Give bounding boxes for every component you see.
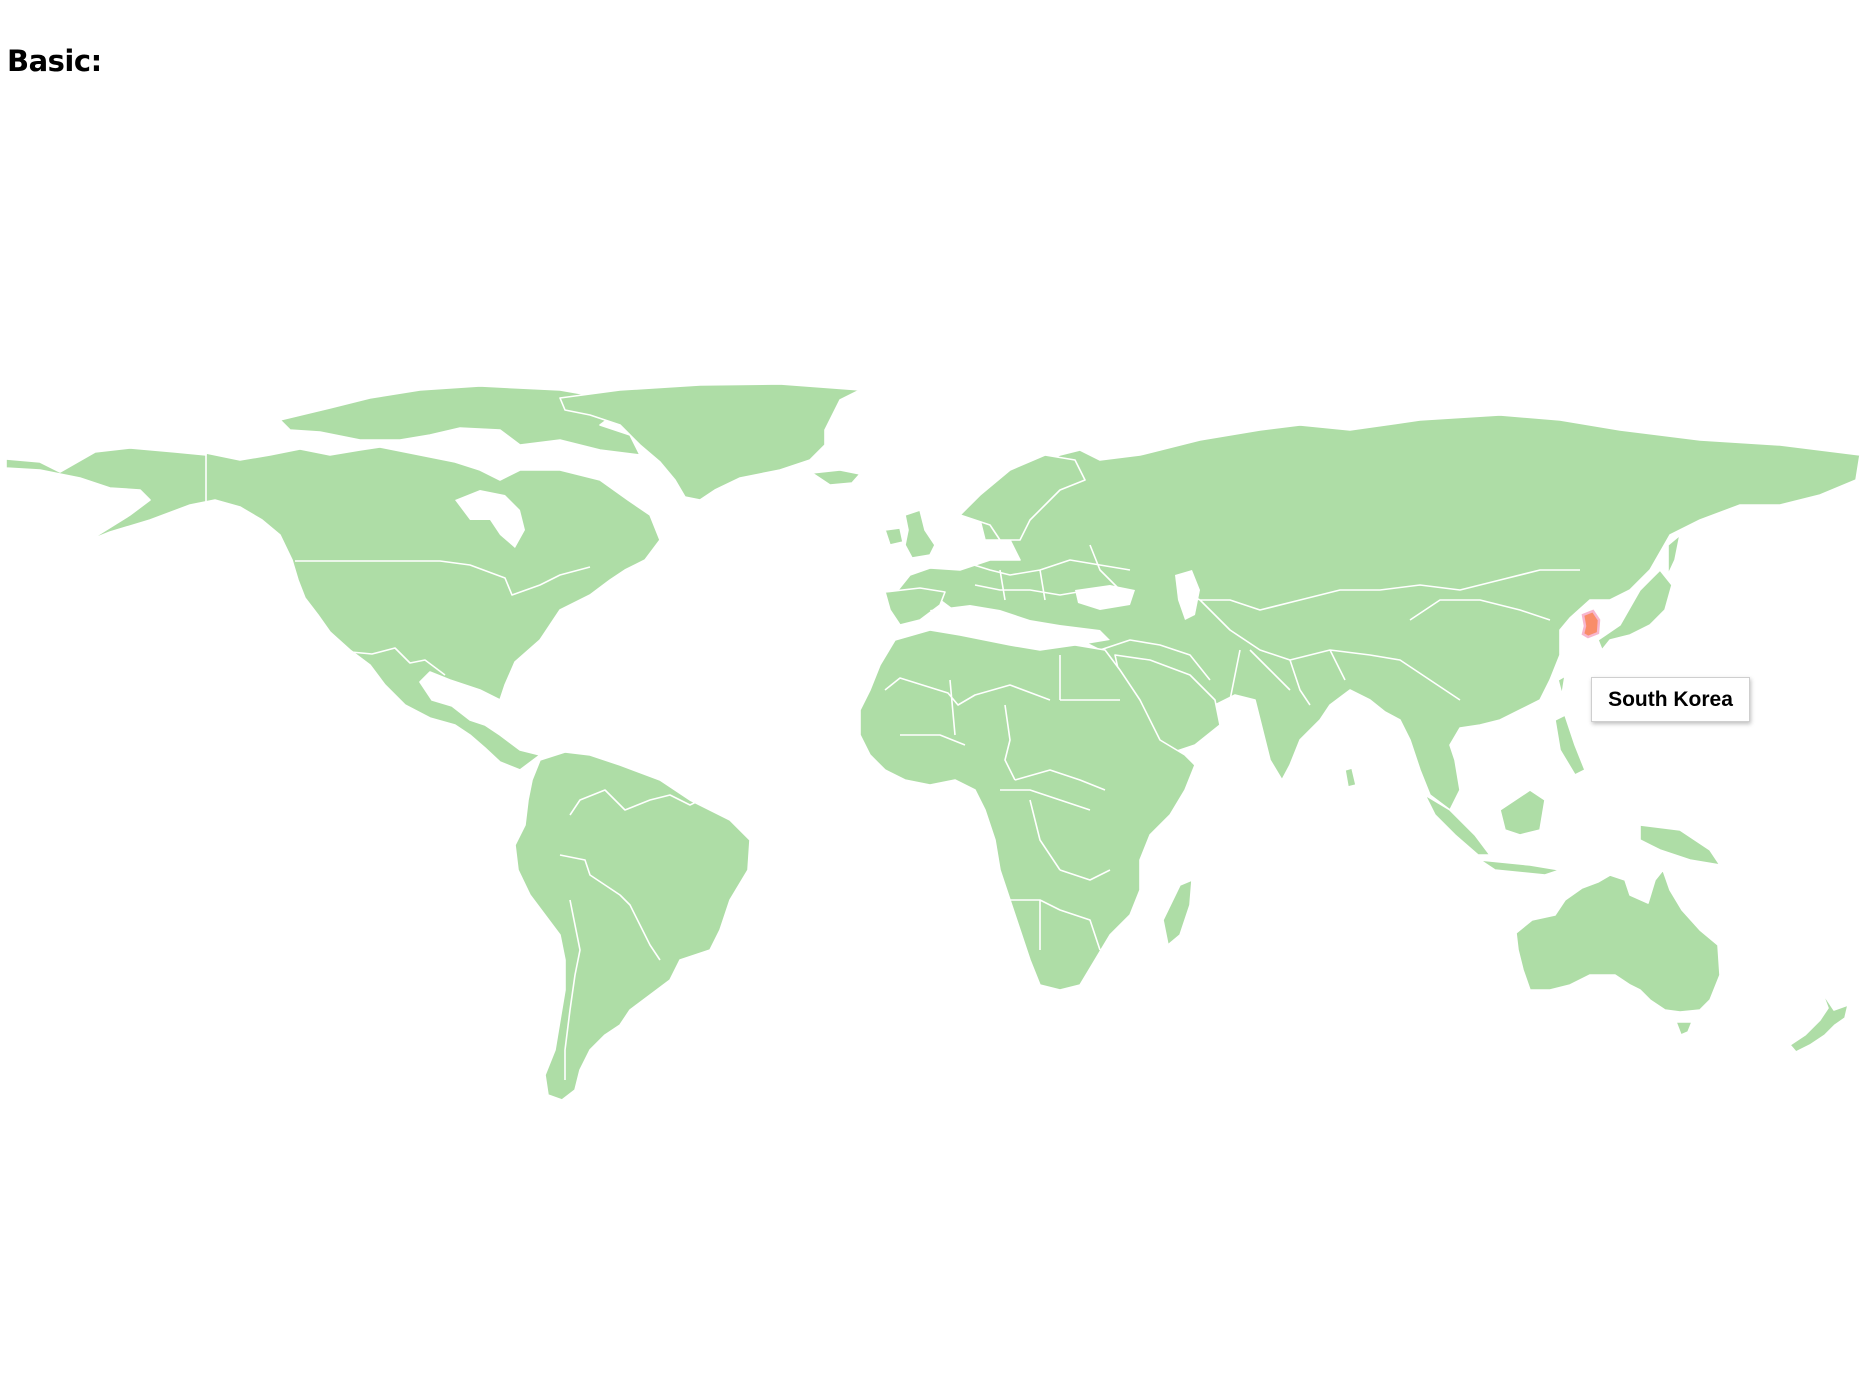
borneo: [1499, 789, 1546, 836]
country-madagascar: [1162, 879, 1193, 946]
country-new-zealand: [1789, 991, 1849, 1053]
taiwan: [1557, 675, 1566, 696]
country-south-america[interactable]: [514, 751, 751, 1101]
country-uk: [904, 509, 936, 559]
country-australia[interactable]: [1515, 869, 1721, 1013]
philippines: [1554, 714, 1586, 776]
country-iceland: [811, 469, 861, 486]
sri-lanka: [1344, 767, 1357, 788]
world-map[interactable]: [0, 0, 1867, 1375]
country-south-korea[interactable]: [1581, 609, 1601, 639]
country-north-america[interactable]: [5, 446, 661, 771]
java: [1479, 859, 1561, 876]
country-tooltip: South Korea: [1591, 677, 1750, 722]
sumatra: [1424, 794, 1491, 856]
new-guinea: [1639, 824, 1721, 866]
country-ireland: [884, 527, 904, 546]
sakhalin: [1667, 534, 1681, 576]
country-tasmania: [1675, 1021, 1693, 1036]
